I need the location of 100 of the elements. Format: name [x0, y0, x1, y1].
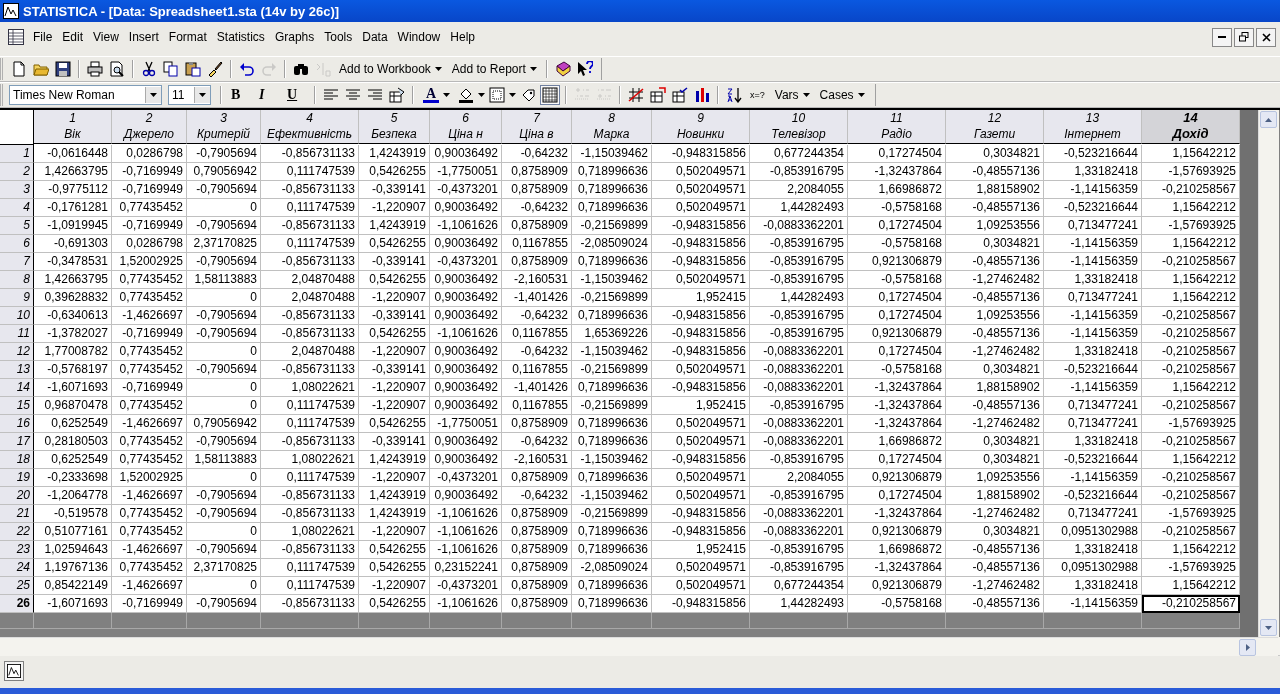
row-header[interactable]: 9 — [0, 289, 34, 307]
row-header[interactable]: 13 — [0, 361, 34, 379]
table-cell: -1,4626697 — [112, 577, 187, 595]
menu-item[interactable]: Tools — [319, 28, 358, 46]
clipboard-icon[interactable] — [183, 59, 203, 79]
table-cell: 0 — [187, 289, 261, 307]
bold-button[interactable]: B — [227, 86, 253, 104]
column-header[interactable]: 14 Дохід — [1142, 110, 1240, 144]
menu-item[interactable]: Data — [357, 28, 393, 46]
printer-icon[interactable] — [85, 59, 105, 79]
row-header[interactable]: 6 — [0, 235, 34, 253]
font-color-button[interactable]: A — [419, 86, 454, 104]
menu-item[interactable]: Statistics — [211, 28, 270, 46]
row-header[interactable]: 15 — [0, 397, 34, 415]
dropdown-button[interactable]: Add to Report — [447, 61, 541, 77]
table-cell: -0,948315856 — [652, 451, 750, 469]
row-header[interactable]: 16 — [0, 415, 34, 433]
grid-icon[interactable] — [540, 85, 560, 105]
menu-item[interactable]: View — [88, 28, 124, 46]
table-cell: 0,713477241 — [1044, 505, 1142, 523]
row-header[interactable]: 26 — [0, 595, 34, 613]
column-header[interactable]: 7 Ціна в — [502, 110, 572, 144]
graph-icon — [7, 664, 21, 678]
font-size-field[interactable]: 11 — [168, 85, 211, 105]
table-check-icon[interactable] — [670, 85, 690, 105]
row-header[interactable]: 22 — [0, 523, 34, 541]
column-header[interactable]: 9 Новинки — [652, 110, 750, 144]
minimize-button[interactable] — [1212, 27, 1232, 47]
restore-button[interactable] — [1234, 27, 1254, 47]
table-cell: -0,856731133 — [261, 145, 359, 163]
copy-icon[interactable] — [161, 59, 181, 79]
column-header[interactable]: 11 Радіо — [848, 110, 946, 144]
menu-item[interactable]: Help — [445, 28, 480, 46]
corner-cell[interactable] — [0, 110, 34, 145]
menu-item[interactable]: Format — [163, 28, 212, 46]
dropdown-button[interactable]: Add to Workbook — [335, 61, 446, 77]
table-edit-icon[interactable] — [648, 85, 668, 105]
row-header[interactable]: 19 — [0, 469, 34, 487]
column-header[interactable]: 2 Джерело — [112, 110, 187, 144]
row-header[interactable]: 24 — [0, 559, 34, 577]
row-header[interactable]: 17 — [0, 433, 34, 451]
row-header[interactable]: 14 — [0, 379, 34, 397]
table-cell: -1,15039462 — [572, 343, 652, 361]
horizontal-scrollbar[interactable] — [0, 637, 1278, 656]
menu-item[interactable]: Insert — [123, 28, 164, 46]
underline-button[interactable]: U — [283, 86, 309, 104]
table-cell: 1,08022621 — [261, 379, 359, 397]
column-header[interactable]: 4 Ефективність — [261, 110, 359, 144]
menu-item[interactable]: Window — [392, 28, 446, 46]
row-header[interactable]: 7 — [0, 253, 34, 271]
vertical-scrollbar[interactable] — [1258, 110, 1279, 637]
table-cell: 0,6252549 — [34, 451, 112, 469]
menu-item[interactable]: File — [28, 28, 58, 46]
column-header[interactable]: 10 Телевізор — [750, 110, 848, 144]
row-header[interactable]: 25 — [0, 577, 34, 595]
table-cell: 0,90036492 — [430, 361, 502, 379]
column-header[interactable]: 6 Ціна н — [430, 110, 502, 144]
column-header[interactable]: 13 Інтернет — [1044, 110, 1142, 144]
row-header[interactable]: 12 — [0, 343, 34, 361]
column-header[interactable]: 12 Газети — [946, 110, 1044, 144]
close-button[interactable] — [1256, 27, 1276, 47]
row-header[interactable]: 1 — [0, 145, 34, 163]
border-icon[interactable] — [487, 85, 507, 105]
scroll-down-button[interactable] — [1260, 619, 1277, 636]
column-header[interactable]: 1 Вік — [34, 110, 112, 144]
caret-icon — [802, 93, 810, 97]
table-cell: 1,33182418 — [1044, 271, 1142, 289]
menu-item[interactable]: Graphs — [269, 28, 320, 46]
column-header[interactable]: 3 Критерій — [187, 110, 261, 144]
column-header[interactable]: 5 Безпека — [359, 110, 430, 144]
italic-button[interactable]: I — [255, 86, 281, 104]
row-header[interactable]: 8 — [0, 271, 34, 289]
row-header[interactable]: 21 — [0, 505, 34, 523]
scroll-right-button[interactable] — [1239, 638, 1256, 656]
formula-button[interactable]: x=? — [746, 89, 769, 101]
table-cell: 0,718996636 — [572, 307, 652, 325]
format-cells-icon[interactable] — [387, 85, 407, 105]
row-header[interactable]: 3 — [0, 181, 34, 199]
row-header[interactable]: 11 — [0, 325, 34, 343]
column-header[interactable]: 8 Марка — [572, 110, 652, 144]
table-cell: 0,5426255 — [359, 163, 430, 181]
row-header[interactable]: 5 — [0, 217, 34, 235]
row-header[interactable]: 18 — [0, 451, 34, 469]
sort-icon[interactable] — [724, 85, 744, 105]
font-name-field[interactable]: Times New Roman — [9, 85, 162, 105]
graph-window-button[interactable] — [4, 661, 24, 681]
menu-item[interactable]: Edit — [57, 28, 89, 46]
row-header[interactable]: 23 — [0, 541, 34, 559]
row-header[interactable]: 20 — [0, 487, 34, 505]
table-cell: 0,718996636 — [572, 415, 652, 433]
row-header[interactable]: 4 — [0, 199, 34, 217]
table-cell: -0,5758168 — [848, 271, 946, 289]
crossed-hash-icon[interactable] — [626, 85, 646, 105]
row-header[interactable]: 2 — [0, 163, 34, 181]
dropdown-button[interactable]: Cases — [815, 87, 869, 103]
spreadsheet-icon[interactable] — [8, 29, 24, 45]
scroll-up-button[interactable] — [1260, 111, 1277, 128]
table-cell: 0,8758909 — [502, 253, 572, 271]
dropdown-button[interactable]: Vars — [770, 87, 814, 103]
row-header[interactable]: 10 — [0, 307, 34, 325]
